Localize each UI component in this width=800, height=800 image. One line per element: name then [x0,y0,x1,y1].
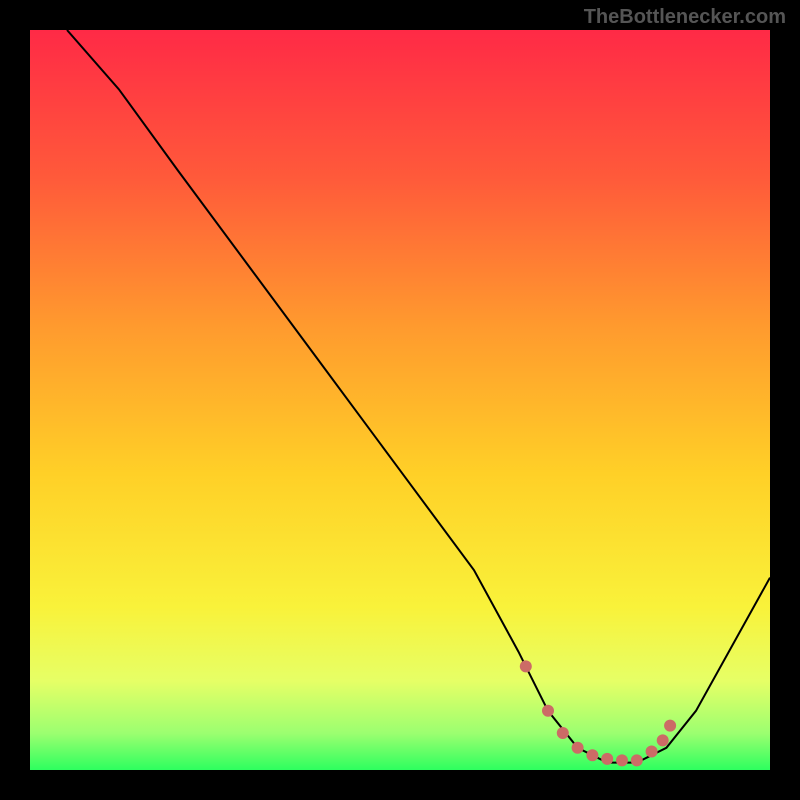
marker-dot [572,742,584,754]
marker-dot [542,705,554,717]
chart-svg [30,30,770,770]
marker-dot [631,754,643,766]
chart-background [30,30,770,770]
marker-dot [664,720,676,732]
marker-dot [601,753,613,765]
chart-plot-area [30,30,770,770]
watermark-text: TheBottlenecker.com [584,6,786,29]
marker-dot [586,749,598,761]
marker-dot [557,727,569,739]
marker-dot [520,660,532,672]
marker-dot [616,754,628,766]
marker-dot [646,746,658,758]
marker-dot [657,734,669,746]
